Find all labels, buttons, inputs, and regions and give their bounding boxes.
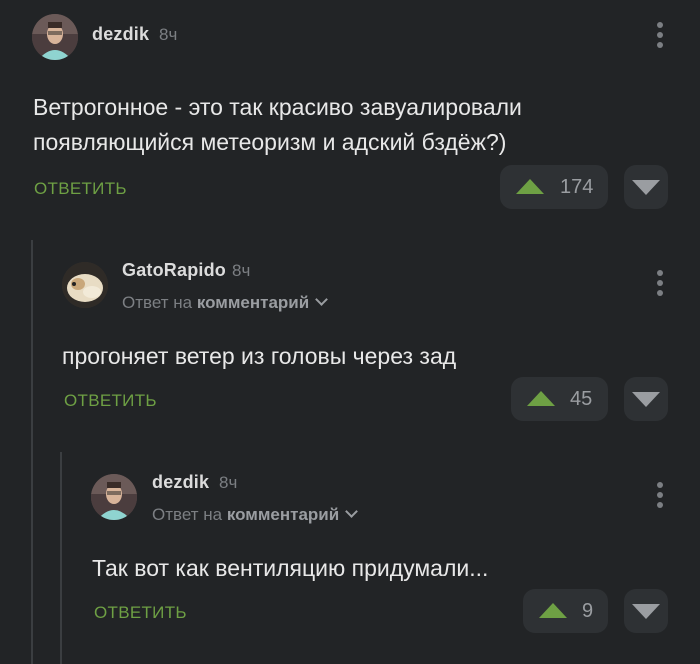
reply-to-target: комментарий	[226, 505, 340, 524]
comment-text-line: Так вот как вентиляцию придумали...	[92, 555, 489, 581]
comment-text: Так вот как вентиляцию придумали...	[92, 551, 488, 586]
more-options-icon[interactable]	[657, 482, 663, 512]
reply-button[interactable]: ОТВЕТИТЬ	[64, 391, 157, 411]
downvote-button[interactable]	[624, 377, 668, 421]
downvote-button[interactable]	[624, 589, 668, 633]
comment-text-line: прогоняет ветер из головы через зад	[62, 343, 457, 369]
reply-button[interactable]: ОТВЕТИТЬ	[34, 179, 127, 199]
username[interactable]: GatoRapido	[122, 260, 226, 281]
downvote-button[interactable]	[624, 165, 668, 209]
comment-time: 8ч	[159, 25, 178, 44]
user-photo-avatar-icon	[91, 474, 137, 520]
reply-to-target: комментарий	[196, 293, 310, 312]
downvote-arrow-icon	[632, 604, 660, 619]
upvote-arrow-icon	[516, 179, 544, 194]
vote-count: 45	[570, 388, 593, 410]
vote-count: 174	[560, 176, 594, 198]
comment-text-line: Ветрогонное - это так красиво завуалиров…	[33, 94, 522, 120]
thread-line-level-2	[60, 452, 62, 664]
comment-text-line: появляющийся метеоризм и адский бздёж?)	[33, 129, 507, 155]
reply-to-link[interactable]: Ответ на комментарий	[122, 293, 329, 313]
vote-count: 9	[582, 600, 594, 622]
more-options-icon[interactable]	[657, 22, 663, 52]
user-photo-avatar-icon	[32, 14, 78, 60]
comment-text: Ветрогонное - это так красиво завуалиров…	[33, 90, 522, 160]
upvote-arrow-icon	[527, 391, 555, 406]
hamster-avatar-icon	[62, 262, 108, 308]
downvote-arrow-icon	[632, 392, 660, 407]
comment-text: прогоняет ветер из головы через зад	[62, 339, 456, 374]
upvote-button[interactable]: 174	[500, 165, 608, 209]
username[interactable]: dezdik	[152, 472, 209, 493]
reply-to-link[interactable]: Ответ на комментарий	[152, 505, 359, 525]
chevron-down-icon	[315, 293, 329, 306]
comment-time: 8ч	[232, 261, 251, 280]
user-avatar[interactable]	[62, 262, 108, 308]
user-avatar[interactable]	[32, 14, 78, 60]
comment-time: 8ч	[219, 473, 238, 492]
chevron-down-icon	[345, 505, 359, 518]
upvote-button[interactable]: 9	[523, 589, 608, 633]
thread-line-level-1	[31, 240, 33, 664]
downvote-arrow-icon	[632, 180, 660, 195]
reply-button[interactable]: ОТВЕТИТЬ	[94, 603, 187, 623]
comments-page: dezdik 8ч Ветрогонное - это так красиво …	[0, 0, 700, 664]
reply-to-prefix: Ответ на	[152, 505, 223, 524]
user-avatar[interactable]	[91, 474, 137, 520]
reply-to-prefix: Ответ на	[122, 293, 193, 312]
upvote-arrow-icon	[539, 603, 567, 618]
username[interactable]: dezdik	[92, 24, 149, 45]
upvote-button[interactable]: 45	[511, 377, 608, 421]
more-options-icon[interactable]	[657, 270, 663, 300]
